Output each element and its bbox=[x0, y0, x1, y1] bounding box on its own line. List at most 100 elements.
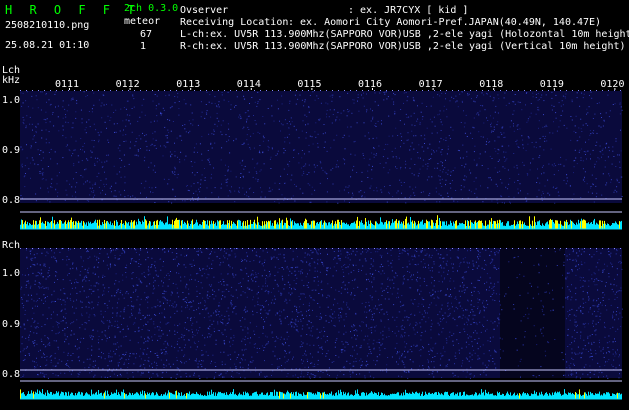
rch-grid-dot bbox=[188, 248, 189, 249]
rch-grid-dot bbox=[332, 248, 333, 249]
lch-grid-dot bbox=[350, 90, 351, 91]
lch-grid-dot bbox=[344, 90, 345, 91]
rch-grid-dot bbox=[146, 248, 147, 249]
lch-grid-dot bbox=[92, 90, 93, 91]
lch-grid-dot bbox=[182, 90, 183, 91]
rch-grid-dot bbox=[404, 248, 405, 249]
rch-grid-dot bbox=[236, 248, 237, 249]
lch-grid-dot bbox=[62, 90, 63, 91]
lch-grid-dot bbox=[236, 90, 237, 91]
rch-grid-dot bbox=[26, 248, 27, 249]
rch-grid-dot bbox=[344, 248, 345, 249]
rch-grid-dot bbox=[248, 248, 249, 249]
rch-grid-dot bbox=[206, 248, 207, 249]
rch-grid-dot bbox=[104, 248, 105, 249]
rch-grid-dot bbox=[464, 248, 465, 249]
lch-grid-dot bbox=[260, 90, 261, 91]
lch-grid-dot bbox=[326, 90, 327, 91]
rch-grid-dot bbox=[98, 248, 99, 249]
lch-grid-dot bbox=[542, 90, 543, 91]
lch-grid-dot bbox=[98, 90, 99, 91]
lch-grid-dot bbox=[110, 90, 111, 91]
lch-grid-dot bbox=[128, 90, 129, 91]
lch-grid-dot bbox=[620, 90, 621, 91]
lch-grid-dot bbox=[506, 90, 507, 91]
lch-grid-dot bbox=[608, 90, 609, 91]
rch-grid-dot bbox=[482, 248, 483, 249]
rch-grid-dot bbox=[416, 248, 417, 249]
lch-grid-dot bbox=[392, 90, 393, 91]
rch-grid-dot bbox=[284, 248, 285, 249]
rch-grid-dot bbox=[86, 248, 87, 249]
rch-grid-dot bbox=[446, 248, 447, 249]
lch-grid-dot bbox=[218, 90, 219, 91]
lch-level-bars bbox=[20, 215, 622, 229]
minute-tick bbox=[493, 88, 495, 90]
minute-tick bbox=[129, 88, 131, 90]
rch-grid-dot bbox=[536, 248, 537, 249]
minute-tick bbox=[432, 88, 434, 90]
rch-grid-dot bbox=[230, 248, 231, 249]
lch-grid-dot bbox=[170, 90, 171, 91]
lch-grid-dot bbox=[584, 90, 585, 91]
rch-grid-dot bbox=[386, 248, 387, 249]
rch-grid-dot bbox=[56, 248, 57, 249]
lch-grid-dot bbox=[590, 90, 591, 91]
rch-grid-dot bbox=[356, 248, 357, 249]
rch-grid-dot bbox=[116, 248, 117, 249]
rch-grid-dot bbox=[440, 248, 441, 249]
lch-grid-dot bbox=[524, 90, 525, 91]
lch-grid-dot bbox=[146, 90, 147, 91]
lch-grid-dot bbox=[272, 90, 273, 91]
rch-grid-dot bbox=[194, 248, 195, 249]
rch-grid-dot bbox=[608, 248, 609, 249]
lch-grid-dot bbox=[134, 90, 135, 91]
lch-grid-dot bbox=[140, 90, 141, 91]
lch-grid-dot bbox=[500, 90, 501, 91]
rch-grid-dot bbox=[380, 248, 381, 249]
rch-grid-dot bbox=[566, 248, 567, 249]
rch-grid-dot bbox=[74, 248, 75, 249]
rch-grid-dot bbox=[548, 248, 549, 249]
lch-grid-dot bbox=[44, 90, 45, 91]
lch-grid-dot bbox=[476, 90, 477, 91]
lch-grid-dot bbox=[398, 90, 399, 91]
rch-grid-dot bbox=[506, 248, 507, 249]
rch-grid-dot bbox=[392, 248, 393, 249]
rch-grid-dot bbox=[500, 248, 501, 249]
rch-grid-dot bbox=[458, 248, 459, 249]
rch-grid-dot bbox=[164, 248, 165, 249]
rch-grid-dot bbox=[494, 248, 495, 249]
lch-grid-dot bbox=[578, 90, 579, 91]
rch-grid-dot bbox=[212, 248, 213, 249]
rch-grid-dot bbox=[488, 248, 489, 249]
lch-grid-dot bbox=[32, 90, 33, 91]
rch-grid-dot bbox=[254, 248, 255, 249]
lch-grid-dot bbox=[314, 90, 315, 91]
lch-grid-dot bbox=[464, 90, 465, 91]
rch-grid-dot bbox=[368, 248, 369, 249]
rch-grid-dot bbox=[326, 248, 327, 249]
rch-grid-dot bbox=[200, 248, 201, 249]
rch-grid-dot bbox=[152, 248, 153, 249]
lch-grid-dot bbox=[566, 90, 567, 91]
lch-grid-dot bbox=[194, 90, 195, 91]
rch-grid-dot bbox=[242, 248, 243, 249]
rch-grid-dot bbox=[278, 248, 279, 249]
rch-grid-dot bbox=[572, 248, 573, 249]
rch-grid-dot bbox=[518, 248, 519, 249]
lch-grid-dot bbox=[362, 90, 363, 91]
lch-grid-dot bbox=[572, 90, 573, 91]
lch-grid-dot bbox=[254, 90, 255, 91]
rch-grid-dot bbox=[410, 248, 411, 249]
lch-grid-dot bbox=[68, 90, 69, 91]
lch-grid-dot bbox=[356, 90, 357, 91]
rch-grid-dot bbox=[398, 248, 399, 249]
lch-grid-dot bbox=[518, 90, 519, 91]
lch-grid-dot bbox=[410, 90, 411, 91]
rch-grid-dot bbox=[302, 248, 303, 249]
rch-grid-dot bbox=[20, 248, 21, 249]
rch-grid-dot bbox=[524, 248, 525, 249]
minute-tick bbox=[250, 88, 252, 90]
lch-grid-dot bbox=[386, 90, 387, 91]
